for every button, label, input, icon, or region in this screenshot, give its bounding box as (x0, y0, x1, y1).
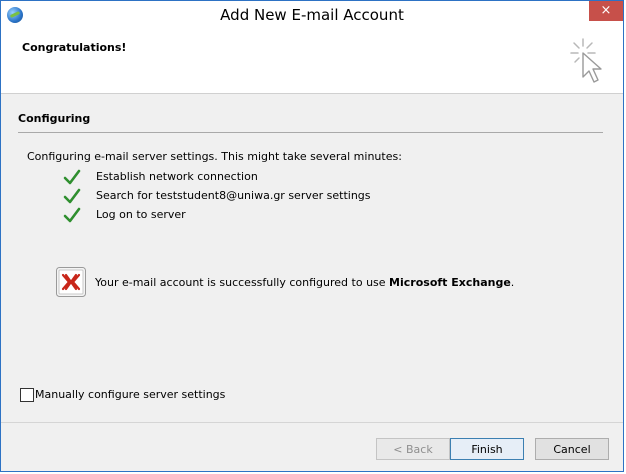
configuring-panel: Configuring Configuring e-mail server se… (1, 94, 623, 421)
section-title: Configuring (18, 112, 91, 125)
success-product: Microsoft Exchange (389, 276, 511, 289)
close-button[interactable]: × (589, 1, 623, 21)
finish-button[interactable]: Finish (450, 438, 524, 460)
check-icon (63, 207, 81, 223)
section-divider (18, 132, 603, 133)
window-title: Add New E-mail Account (220, 6, 404, 24)
success-message: Your e-mail account is successfully conf… (95, 276, 514, 289)
success-suffix: . (510, 276, 515, 289)
back-button[interactable]: < Back (376, 438, 450, 460)
step-label: Establish network connection (96, 170, 258, 183)
cancel-button[interactable]: Cancel (535, 438, 609, 460)
check-icon (63, 169, 81, 185)
check-icon (63, 188, 81, 204)
step-label: Search for teststudent8@uniwa.gr server … (96, 189, 371, 202)
add-email-account-dialog: Add New E-mail Account × Congratulations… (0, 0, 624, 472)
footer-divider (1, 422, 623, 423)
manual-config-checkbox[interactable] (20, 388, 34, 402)
sparkle-cursor-icon (570, 38, 602, 83)
exchange-icon (56, 267, 86, 297)
configuring-description: Configuring e-mail server settings. This… (27, 150, 402, 163)
title-bar[interactable]: Add New E-mail Account × (1, 1, 623, 29)
manual-config-label[interactable]: Manually configure server settings (35, 388, 225, 401)
header-title: Congratulations! (22, 41, 127, 54)
success-prefix: Your e-mail account is successfully conf… (95, 276, 390, 289)
dialog-header: Congratulations! (1, 29, 623, 94)
step-label: Log on to server (96, 208, 186, 221)
